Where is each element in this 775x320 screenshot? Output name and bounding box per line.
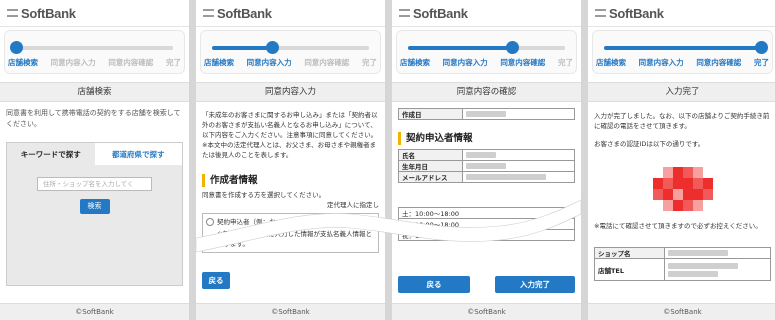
- torn-paper-divider: [195, 199, 582, 253]
- screenshot-strip: SoftBank 店舗検索 同意内容入力 同意内容確認 完了 店舗検索 同意書を…: [0, 0, 775, 320]
